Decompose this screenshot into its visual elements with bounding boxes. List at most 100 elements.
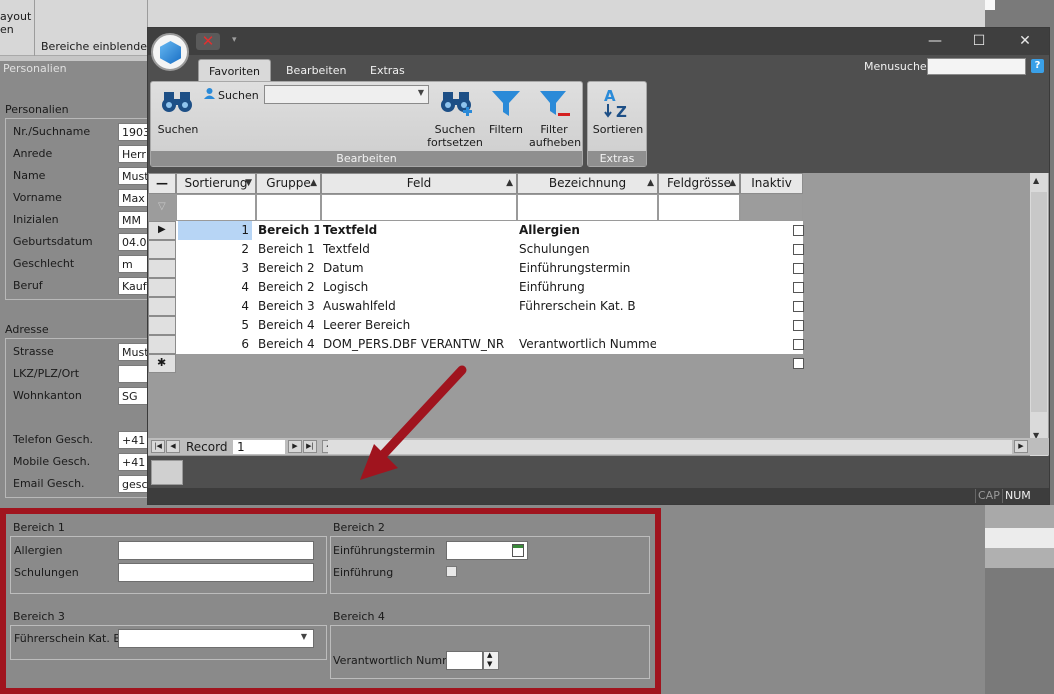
field-nr-suchname[interactable]: 1903	[118, 123, 148, 141]
table-row[interactable]: 4 Bereich 2 Logisch Einführung	[176, 278, 804, 297]
cell-sort[interactable]: 4	[178, 297, 252, 316]
cell-feld[interactable]: Auswahlfeld	[323, 297, 515, 316]
cell-groesse[interactable]	[660, 259, 738, 278]
einfuehrungstermin-date-input[interactable]	[446, 541, 528, 560]
table-row[interactable]: 4 Bereich 3 Auswahlfeld Führerschein Kat. B	[176, 297, 804, 316]
field-telefon-gesch[interactable]: +41 0	[118, 431, 148, 449]
cell-groesse[interactable]	[660, 335, 738, 354]
cell-sort[interactable]: 2	[178, 240, 252, 259]
cell-sort[interactable]: 1	[178, 221, 252, 240]
maximize-button[interactable]: ☐	[964, 31, 994, 51]
row-selector[interactable]: ▶	[148, 221, 176, 240]
new-row-inaktiv-checkbox[interactable]	[793, 358, 804, 369]
cell-feld[interactable]: Datum	[323, 259, 515, 278]
field-wohnkanton[interactable]: SG	[118, 387, 148, 405]
cell-feld[interactable]: Leerer Bereich	[323, 316, 515, 335]
filtern-button[interactable]: Filtern	[486, 123, 526, 136]
quick-access-dropdown-icon[interactable]: ▾	[232, 35, 237, 45]
filter-inaktiv[interactable]	[740, 194, 803, 221]
close-x-icon[interactable]: ✕	[196, 33, 220, 50]
cell-bez[interactable]: Schulungen	[519, 240, 656, 259]
cell-bez[interactable]: Allergien	[519, 221, 656, 240]
bottom-tab[interactable]	[151, 460, 183, 485]
column-header-inaktiv[interactable]: Inaktiv	[740, 173, 803, 194]
cell-groesse[interactable]	[660, 240, 738, 259]
verantwortlich-number-input[interactable]	[446, 651, 483, 670]
allergien-input[interactable]	[118, 541, 314, 560]
suchen-button[interactable]: Suchen	[155, 123, 201, 136]
inaktiv-checkbox[interactable]	[793, 225, 804, 236]
row-selector[interactable]	[148, 278, 176, 297]
cell-groesse[interactable]	[660, 297, 738, 316]
cell-sort[interactable]: 6	[178, 335, 252, 354]
filter-bezeichnung[interactable]	[517, 194, 658, 221]
filter-sortierung[interactable]	[176, 194, 256, 221]
filter-gruppe[interactable]	[256, 194, 321, 221]
filter-feldgroesse[interactable]	[658, 194, 740, 221]
close-button[interactable]: ✕	[1010, 31, 1040, 51]
cell-groesse[interactable]	[660, 278, 738, 297]
cell-feld[interactable]: DOM_PERS.DBF VERANTW_NR	[323, 335, 515, 354]
last-record-icon[interactable]: ▶|	[303, 440, 317, 453]
cell-gruppe[interactable]: Bereich 1	[258, 221, 319, 240]
field-inizialen[interactable]: MM	[118, 211, 148, 229]
field-strasse[interactable]: Muste	[118, 343, 148, 361]
next-record-icon[interactable]: ▶	[288, 440, 302, 453]
cell-gruppe[interactable]: Bereich 4	[258, 335, 319, 354]
suchen-fortsetzen-button[interactable]: Suchen fortsetzen	[425, 123, 485, 149]
inaktiv-checkbox[interactable]	[793, 320, 804, 331]
cell-feld[interactable]: Textfeld	[323, 240, 515, 259]
field-lkz-plz-ort[interactable]	[118, 365, 148, 383]
filter-feld[interactable]	[321, 194, 517, 221]
scroll-thumb[interactable]	[1031, 192, 1047, 412]
layout-button[interactable]: ayout en	[0, 10, 31, 36]
record-number-input[interactable]: 1	[233, 440, 285, 454]
sortieren-button[interactable]: Sortieren	[590, 123, 646, 136]
cell-gruppe[interactable]: Bereich 4	[258, 316, 319, 335]
suchen-combo[interactable]: ▼	[264, 85, 429, 104]
app-logo[interactable]	[151, 33, 189, 71]
vertical-scrollbar[interactable]: ▲ ▼	[1029, 173, 1049, 456]
cell-bez[interactable]: Einführungstermin	[519, 259, 656, 278]
inaktiv-checkbox[interactable]	[793, 244, 804, 255]
stepper-up-icon[interactable]: ▲	[487, 651, 492, 659]
tab-personalien[interactable]: Personalien	[0, 62, 148, 78]
table-row[interactable]: 6 Bereich 4 DOM_PERS.DBF VERANTW_NR Verantw…	[176, 335, 804, 354]
minimize-button[interactable]: —	[920, 31, 950, 51]
field-anrede[interactable]: Herr	[118, 145, 148, 163]
cell-bez[interactable]	[519, 316, 656, 335]
cell-bez[interactable]: Führerschein Kat. B	[519, 297, 656, 316]
schulungen-input[interactable]	[118, 563, 314, 582]
row-selector[interactable]	[148, 240, 176, 259]
cell-sort[interactable]: 4	[178, 278, 252, 297]
table-row[interactable]: 5 Bereich 4 Leerer Bereich	[176, 316, 804, 335]
filter-aufheben-button[interactable]: Filter aufheben	[529, 123, 581, 149]
inaktiv-checkbox[interactable]	[793, 282, 804, 293]
new-row-selector[interactable]: ✱	[148, 354, 176, 373]
row-selector[interactable]	[148, 335, 176, 354]
row-selector[interactable]	[148, 297, 176, 316]
field-vorname[interactable]: Max	[118, 189, 148, 207]
number-stepper[interactable]: ▲ ▼	[483, 651, 499, 670]
row-selector[interactable]	[148, 259, 176, 278]
scroll-right-icon[interactable]: ▶	[1014, 440, 1028, 453]
cell-feld[interactable]: Textfeld	[323, 221, 515, 240]
cell-gruppe[interactable]: Bereich 2	[258, 259, 319, 278]
column-header-feldgroesse[interactable]: Feldgrösse ▲	[658, 173, 740, 194]
help-icon[interactable]: ?	[1031, 59, 1044, 73]
cell-sort[interactable]: 3	[178, 259, 252, 278]
table-row[interactable]: 1 Bereich 1 Textfeld Allergien	[176, 221, 804, 240]
inaktiv-checkbox[interactable]	[793, 301, 804, 312]
grid-corner[interactable]: —	[148, 173, 176, 194]
einfuehrung-checkbox[interactable]	[446, 566, 457, 577]
fuehrerschein-dropdown[interactable]: ▼	[118, 629, 314, 648]
cell-feld[interactable]: Logisch	[323, 278, 515, 297]
cell-gruppe[interactable]: Bereich 3	[258, 297, 319, 316]
menusuche-input[interactable]	[927, 58, 1026, 75]
tab-extras[interactable]: Extras	[360, 59, 415, 81]
column-header-sortierung[interactable]: Sortierung ▼	[176, 173, 256, 194]
calendar-icon[interactable]	[512, 544, 524, 557]
cell-groesse[interactable]	[660, 221, 738, 240]
field-mobile-gesch[interactable]: +41 0	[118, 453, 148, 471]
tab-favoriten[interactable]: Favoriten	[198, 59, 271, 81]
